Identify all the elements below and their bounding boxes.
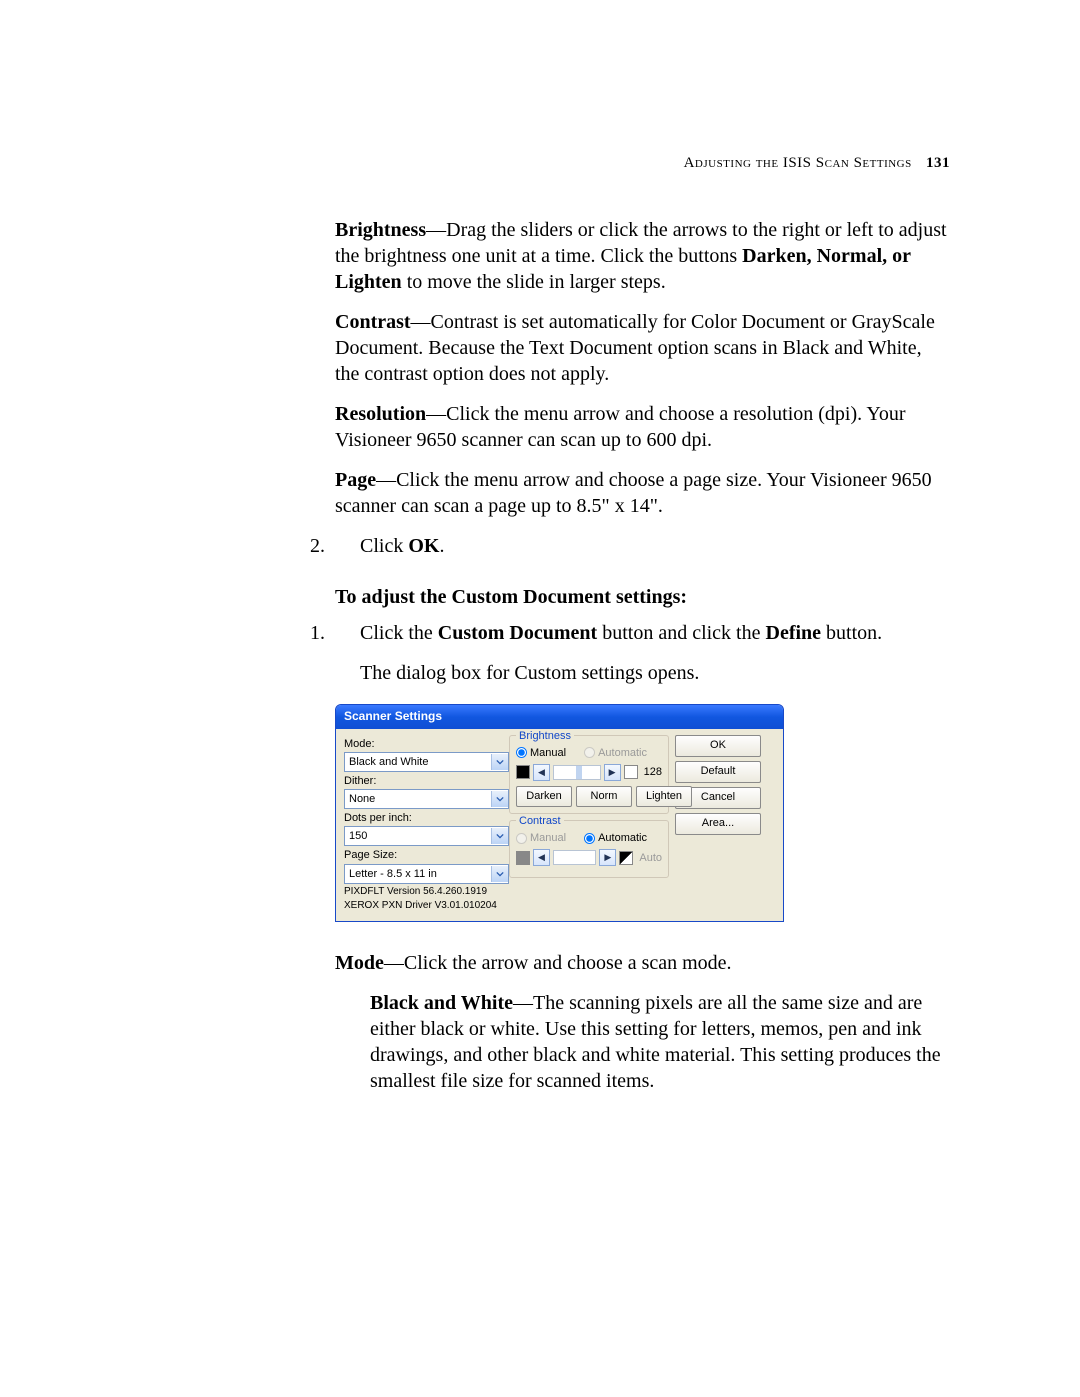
dither-value: None xyxy=(345,792,491,806)
contrast-legend: Contrast xyxy=(516,814,564,828)
brightness-legend: Brightness xyxy=(516,729,574,743)
para-contrast: Contrast—Contrast is set automatically f… xyxy=(335,309,950,387)
pagesize-label: Page Size: xyxy=(344,848,509,862)
lighten-button[interactable]: Lighten xyxy=(636,786,692,807)
term-mode: Mode xyxy=(335,952,384,974)
white-swatch-icon xyxy=(624,765,638,779)
dither-label: Dither: xyxy=(344,774,509,788)
brightness-manual-radio[interactable]: Manual xyxy=(516,746,566,760)
term-brightness: Brightness xyxy=(335,219,426,241)
nudge-right-icon: ▶ xyxy=(599,849,616,866)
brightness-group: Brightness Manual Automatic ◀ ▶ 128 xyxy=(509,735,669,814)
contrast-auto-label: Auto xyxy=(639,851,662,865)
running-header: Adjusting the ISIS Scan Settings 131 xyxy=(335,155,950,172)
nudge-left-icon: ◀ xyxy=(533,849,550,866)
section-name: Adjusting the ISIS Scan Settings xyxy=(684,155,912,171)
page-number: 131 xyxy=(926,155,950,171)
dither-combo[interactable]: None xyxy=(344,789,509,809)
brightness-slider[interactable]: ◀ ▶ 128 xyxy=(516,764,662,781)
chevron-down-icon[interactable] xyxy=(491,791,508,807)
term-page: Page xyxy=(335,469,376,491)
default-button[interactable]: Default xyxy=(675,761,761,783)
dialog-title: Scanner Settings xyxy=(336,705,783,729)
dpi-label: Dots per inch: xyxy=(344,811,509,825)
step-2: 2.Click OK. xyxy=(335,533,950,559)
para-page: Page—Click the menu arrow and choose a p… xyxy=(335,467,950,519)
term-resolution: Resolution xyxy=(335,403,426,425)
contrast-slider: ◀ ▶ Auto xyxy=(516,849,662,866)
nudge-right-icon[interactable]: ▶ xyxy=(604,764,621,781)
area-button[interactable]: Area... xyxy=(675,813,761,835)
slider-track xyxy=(553,850,596,865)
version-2: XEROX PXN Driver V3.01.010204 xyxy=(344,900,509,913)
nudge-left-icon[interactable]: ◀ xyxy=(533,764,550,781)
brightness-auto-radio: Automatic xyxy=(584,746,647,760)
dpi-combo[interactable]: 150 xyxy=(344,826,509,846)
brightness-value: 128 xyxy=(644,765,662,779)
step-custom-1: 1.Click the Custom Document button and c… xyxy=(335,620,950,646)
pagesize-value: Letter - 8.5 x 11 in xyxy=(345,867,491,881)
contrast-manual-radio: Manual xyxy=(516,831,566,845)
contrast-auto-radio[interactable]: Automatic xyxy=(584,831,647,845)
slider-track[interactable] xyxy=(553,765,601,780)
norm-button[interactable]: Norm xyxy=(576,786,632,807)
mode-value: Black and White xyxy=(345,755,491,769)
para-brightness: Brightness—Drag the sliders or click the… xyxy=(335,217,950,295)
pagesize-combo[interactable]: Letter - 8.5 x 11 in xyxy=(344,864,509,884)
bw-swatch-icon xyxy=(619,851,633,865)
chevron-down-icon[interactable] xyxy=(491,866,508,882)
darken-button[interactable]: Darken xyxy=(516,786,572,807)
ok-button[interactable]: OK xyxy=(675,735,761,757)
step-custom-1b: The dialog box for Custom settings opens… xyxy=(335,660,950,686)
mode-label: Mode: xyxy=(344,737,509,751)
term-contrast: Contrast xyxy=(335,311,411,333)
dpi-value: 150 xyxy=(345,829,491,843)
heading-custom-doc: To adjust the Custom Document settings: xyxy=(335,584,950,610)
gray-swatch-icon xyxy=(516,851,530,865)
version-1: PIXDFLT Version 56.4.260.1919 xyxy=(344,886,509,899)
black-swatch-icon xyxy=(516,765,530,779)
para-mode: Mode—Click the arrow and choose a scan m… xyxy=(335,950,950,976)
para-black-and-white: Black and White—The scanning pixels are … xyxy=(335,990,950,1094)
term-bw: Black and White xyxy=(370,992,513,1014)
chevron-down-icon[interactable] xyxy=(491,754,508,770)
mode-combo[interactable]: Black and White xyxy=(344,752,509,772)
contrast-group: Contrast Manual Automatic ◀ ▶ Auto xyxy=(509,820,669,878)
para-resolution: Resolution—Click the menu arrow and choo… xyxy=(335,401,950,453)
chevron-down-icon[interactable] xyxy=(491,828,508,844)
scanner-settings-dialog: Scanner Settings Mode: Black and White D… xyxy=(335,704,784,922)
